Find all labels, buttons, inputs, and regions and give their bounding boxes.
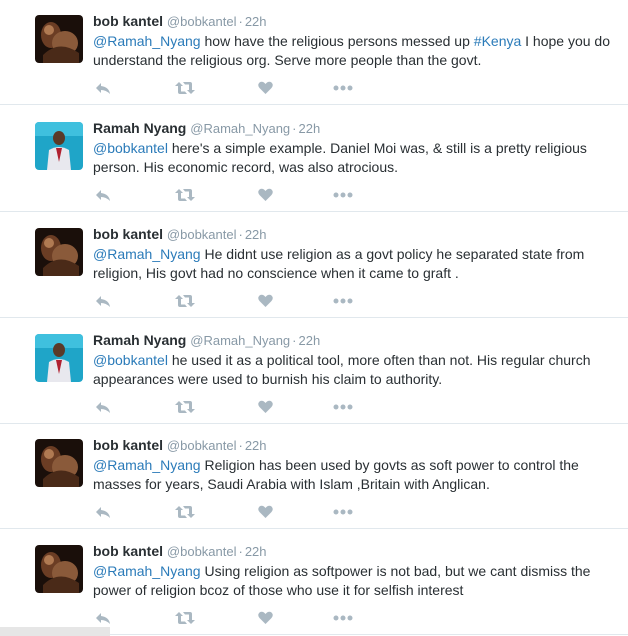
retweet-icon[interactable]: [175, 503, 195, 521]
mention-link[interactable]: @Ramah_Nyang: [93, 457, 201, 473]
timestamp[interactable]: 22h: [299, 121, 321, 136]
horizontal-scrollbar[interactable]: [0, 627, 110, 636]
tweet[interactable]: bob kantel @bobkantel · 22h @Ramah_Nyang Us…: [0, 530, 628, 635]
mention-link[interactable]: @Ramah_Nyang: [93, 563, 201, 579]
tweet-header: bob kantel @bobkantel · 22h: [93, 12, 267, 31]
separator-dot: ·: [238, 544, 243, 559]
like-icon[interactable]: [258, 79, 273, 97]
fullname[interactable]: bob kantel: [93, 543, 163, 559]
retweet-icon[interactable]: [175, 292, 195, 310]
tweet-header: bob kantel @bobkantel · 22h: [93, 225, 267, 244]
tweet-text-segment: here's a simple example. Daniel Moi was,…: [93, 140, 587, 175]
like-icon[interactable]: [258, 292, 273, 310]
username[interactable]: @Ramah_Nyang: [190, 333, 290, 348]
username[interactable]: @bobkantel: [167, 438, 237, 453]
tweet-text-segment: how have the religious persons messed up: [200, 33, 474, 49]
like-icon[interactable]: [258, 609, 273, 627]
username[interactable]: @bobkantel: [167, 227, 237, 242]
reply-icon[interactable]: [95, 609, 111, 627]
separator-dot: ·: [238, 438, 243, 453]
fullname[interactable]: Ramah Nyang: [93, 332, 186, 348]
username[interactable]: @bobkantel: [167, 14, 237, 29]
tweet-text: @Ramah_Nyang Religion has been used by g…: [93, 456, 613, 494]
retweet-icon[interactable]: [175, 398, 195, 416]
more-icon[interactable]: [333, 292, 353, 310]
timestamp[interactable]: 22h: [245, 544, 267, 559]
mention-link[interactable]: @Ramah_Nyang: [93, 33, 201, 49]
fullname[interactable]: bob kantel: [93, 226, 163, 242]
tweet-text: @Ramah_Nyang Using religion as softpower…: [93, 562, 613, 600]
timestamp[interactable]: 22h: [245, 438, 267, 453]
tweet-header: bob kantel @bobkantel · 22h: [93, 436, 267, 455]
avatar[interactable]: [35, 334, 83, 382]
reply-icon[interactable]: [95, 292, 111, 310]
tweet-header: Ramah Nyang @Ramah_Nyang · 22h: [93, 331, 320, 350]
tweet[interactable]: bob kantel @bobkantel · 22h @Ramah_Nyang Re…: [0, 424, 628, 529]
separator-dot: ·: [238, 227, 243, 242]
avatar[interactable]: [35, 545, 83, 593]
like-icon[interactable]: [258, 398, 273, 416]
tweet[interactable]: bob kantel @bobkantel · 22h @Ramah_Nyang He…: [0, 213, 628, 318]
timestamp[interactable]: 22h: [299, 333, 321, 348]
retweet-icon[interactable]: [175, 186, 195, 204]
more-icon[interactable]: [333, 186, 353, 204]
timestamp[interactable]: 22h: [245, 14, 267, 29]
fullname[interactable]: Ramah Nyang: [93, 120, 186, 136]
tweet-header: Ramah Nyang @Ramah_Nyang · 22h: [93, 119, 320, 138]
reply-icon[interactable]: [95, 503, 111, 521]
tweet[interactable]: Ramah Nyang @Ramah_Nyang · 22h @bobkantel h…: [0, 107, 628, 212]
retweet-icon[interactable]: [175, 79, 195, 97]
avatar[interactable]: [35, 15, 83, 63]
avatar[interactable]: [35, 122, 83, 170]
reply-icon[interactable]: [95, 79, 111, 97]
more-icon[interactable]: [333, 398, 353, 416]
mention-link[interactable]: @bobkantel: [93, 352, 168, 368]
reply-icon[interactable]: [95, 398, 111, 416]
separator-dot: ·: [292, 333, 297, 348]
fullname[interactable]: bob kantel: [93, 437, 163, 453]
tweet-text: @Ramah_Nyang He didnt use religion as a …: [93, 245, 613, 283]
avatar[interactable]: [35, 439, 83, 487]
hashtag-link[interactable]: #Kenya: [474, 33, 521, 49]
tweet-text: @bobkantel he used it as a political too…: [93, 351, 613, 389]
like-icon[interactable]: [258, 503, 273, 521]
tweet-header: bob kantel @bobkantel · 22h: [93, 542, 267, 561]
mention-link[interactable]: @Ramah_Nyang: [93, 246, 201, 262]
username[interactable]: @bobkantel: [167, 544, 237, 559]
more-icon[interactable]: [333, 79, 353, 97]
username[interactable]: @Ramah_Nyang: [190, 121, 290, 136]
more-icon[interactable]: [333, 609, 353, 627]
timestamp[interactable]: 22h: [245, 227, 267, 242]
tweet-text-segment: he used it as a political tool, more oft…: [93, 352, 591, 387]
fullname[interactable]: bob kantel: [93, 13, 163, 29]
tweet-text: @bobkantel here's a simple example. Dani…: [93, 139, 613, 177]
reply-icon[interactable]: [95, 186, 111, 204]
more-icon[interactable]: [333, 503, 353, 521]
avatar[interactable]: [35, 228, 83, 276]
retweet-icon[interactable]: [175, 609, 195, 627]
like-icon[interactable]: [258, 186, 273, 204]
tweet[interactable]: Ramah Nyang @Ramah_Nyang · 22h @bobkantel h…: [0, 319, 628, 424]
tweet[interactable]: bob kantel @bobkantel · 22h @Ramah_Nyang ho…: [0, 0, 628, 105]
separator-dot: ·: [292, 121, 297, 136]
separator-dot: ·: [238, 14, 243, 29]
tweet-text: @Ramah_Nyang how have the religious pers…: [93, 32, 613, 70]
mention-link[interactable]: @bobkantel: [93, 140, 168, 156]
